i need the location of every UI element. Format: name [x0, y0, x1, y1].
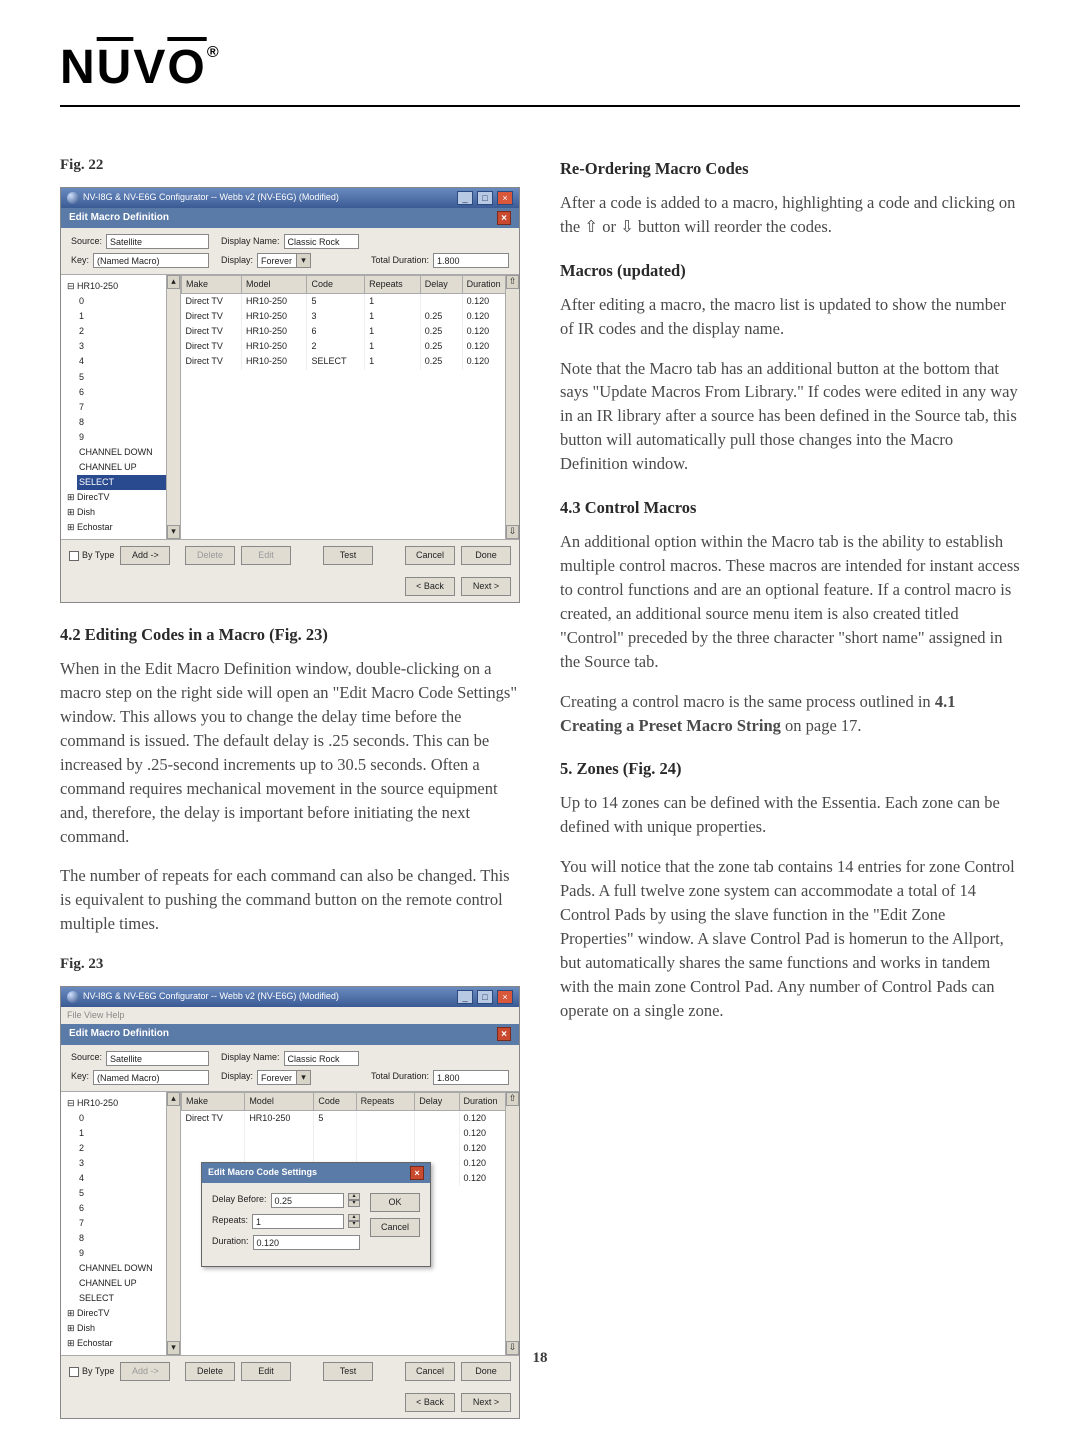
code-tree[interactable]: ⊟ HR10-250 0 1 2 3 4 5 6 7 8 9 CHANNEL D… [61, 275, 181, 539]
chevron-down-icon[interactable]: ▾ [297, 253, 311, 268]
totaldur-value: 1.800 [433, 253, 509, 268]
next-button[interactable]: Next > [461, 1393, 511, 1412]
close-button[interactable]: × [497, 990, 513, 1004]
body-text: Up to 14 zones can be defined with the E… [560, 791, 1020, 839]
move-up-icon: ⇧ [506, 275, 519, 289]
delay-before-input[interactable]: 0.25 [271, 1193, 344, 1208]
fig22-label: Fig. 22 [60, 155, 520, 177]
body-text: After editing a macro, the macro list is… [560, 293, 1020, 341]
panel-close-icon[interactable]: × [497, 211, 511, 225]
body-text: An additional option within the Macro ta… [560, 530, 1020, 674]
edit-button[interactable]: Edit [241, 546, 291, 565]
move-down-icon: ⇩ [506, 525, 519, 539]
panel-header: Edit Macro Definition × [61, 208, 519, 229]
source-label: Source: [71, 235, 102, 248]
next-button[interactable]: Next > [461, 577, 511, 596]
grid-scrollbar[interactable]: ⇧⇩ [505, 275, 519, 539]
edit-macro-code-dialog: Edit Macro Code Settings× Delay Before: … [201, 1162, 431, 1267]
maximize-button[interactable]: □ [477, 191, 493, 205]
macros-updated-heading: Macros (updated) [560, 259, 1020, 283]
test-button[interactable]: Test [323, 546, 373, 565]
source-input[interactable]: Satellite [106, 234, 209, 249]
minimize-button[interactable]: _ [457, 990, 473, 1004]
body-text: After a code is added to a macro, highli… [560, 191, 1020, 239]
source-input[interactable]: Satellite [106, 1051, 209, 1066]
minimize-button[interactable]: _ [457, 191, 473, 205]
cancel-button[interactable]: Cancel [405, 546, 455, 565]
header-divider [60, 105, 1020, 107]
maximize-button[interactable]: □ [477, 990, 493, 1004]
app-icon [67, 192, 79, 204]
window-title: NV-I8G & NV-E6G Configurator -- Webb v2 … [83, 990, 339, 1003]
menu-bar[interactable]: File View Help [61, 1007, 519, 1024]
page-number: 18 [0, 1350, 1080, 1367]
code-tree[interactable]: ⊟ HR10-250 0 1 2 3 4 5 6 7 8 9 CHANNEL D… [61, 1092, 181, 1356]
key-label: Key: [71, 254, 89, 267]
tree-selected: SELECT [77, 475, 176, 490]
section-4-3-heading: 4.3 Control Macros [560, 496, 1020, 520]
window-titlebar: NV-I8G & NV-E6G Configurator -- Webb v2 … [61, 188, 519, 208]
panel-header: Edit Macro Definition × [61, 1024, 519, 1045]
displayname-label: Display Name: [221, 235, 280, 248]
tree-node: ⊟ HR10-250 [65, 279, 176, 294]
totaldur-value: 1.800 [433, 1070, 509, 1085]
tree-scrollbar[interactable]: ▴▾ [166, 275, 180, 539]
right-column: Re-Ordering Macro Codes After a code is … [560, 137, 1020, 1437]
bytype-checkbox[interactable]: By Type [69, 549, 114, 562]
key-input[interactable]: (Named Macro) [93, 1070, 209, 1085]
display-select[interactable]: Forever [257, 253, 297, 268]
fig23-label: Fig. 23 [60, 954, 520, 976]
repeats-spin[interactable]: ▴▾ [348, 1214, 360, 1228]
delay-spin[interactable]: ▴▾ [348, 1193, 360, 1207]
add-button[interactable]: Add -> [120, 546, 170, 565]
reorder-heading: Re-Ordering Macro Codes [560, 157, 1020, 181]
repeats-input[interactable]: 1 [252, 1214, 344, 1229]
displayname-input[interactable]: Classic Rock [284, 1051, 359, 1066]
done-button[interactable]: Done [461, 546, 511, 565]
form-area: Source: Satellite Display Name: Classic … [61, 228, 519, 274]
body-text: The number of repeats for each command c… [60, 864, 520, 936]
body-text: Note that the Macro tab has an additiona… [560, 357, 1020, 477]
window-titlebar: NV-I8G & NV-E6G Configurator -- Webb v2 … [61, 987, 519, 1007]
duration-value: 0.120 [253, 1235, 360, 1250]
window-title: NV-I8G & NV-E6G Configurator -- Webb v2 … [83, 191, 339, 204]
dialog-cancel-button[interactable]: Cancel [370, 1218, 420, 1237]
delete-button[interactable]: Delete [185, 546, 235, 565]
displayname-input[interactable]: Classic Rock [284, 234, 359, 249]
panel-close-icon[interactable]: × [497, 1027, 511, 1041]
macro-grid[interactable]: MakeModel CodeRepeats DelayDuration Dire… [181, 275, 519, 539]
body-text: When in the Edit Macro Definition window… [60, 657, 520, 848]
totaldur-label: Total Duration: [371, 254, 429, 267]
left-column: Fig. 22 NV-I8G & NV-E6G Configurator -- … [60, 137, 520, 1437]
close-button[interactable]: × [497, 191, 513, 205]
app-icon [67, 991, 79, 1003]
brand-logo: NUVO® [60, 40, 207, 95]
body-text: You will notice that the zone tab contai… [560, 855, 1020, 1022]
display-label: Display: [221, 254, 253, 267]
back-button[interactable]: < Back [405, 1393, 455, 1412]
display-select[interactable]: Forever [257, 1070, 297, 1085]
key-input[interactable]: (Named Macro) [93, 253, 209, 268]
dialog-close-icon[interactable]: × [410, 1166, 424, 1180]
dialog-ok-button[interactable]: OK [370, 1193, 420, 1212]
fig22-screenshot: NV-I8G & NV-E6G Configurator -- Webb v2 … [60, 187, 520, 603]
grid-scrollbar[interactable]: ⇧⇩ [505, 1092, 519, 1356]
bytype-checkbox[interactable]: By Type [69, 1365, 114, 1378]
tree-scrollbar[interactable]: ▴▾ [166, 1092, 180, 1356]
chevron-down-icon[interactable]: ▾ [297, 1070, 311, 1085]
section-4-2-heading: 4.2 Editing Codes in a Macro (Fig. 23) [60, 623, 520, 647]
back-button[interactable]: < Back [405, 577, 455, 596]
body-text: Creating a control macro is the same pro… [560, 690, 1020, 738]
section-5-heading: 5. Zones (Fig. 24) [560, 757, 1020, 781]
move-up-icon: ⇧ [506, 1092, 519, 1106]
